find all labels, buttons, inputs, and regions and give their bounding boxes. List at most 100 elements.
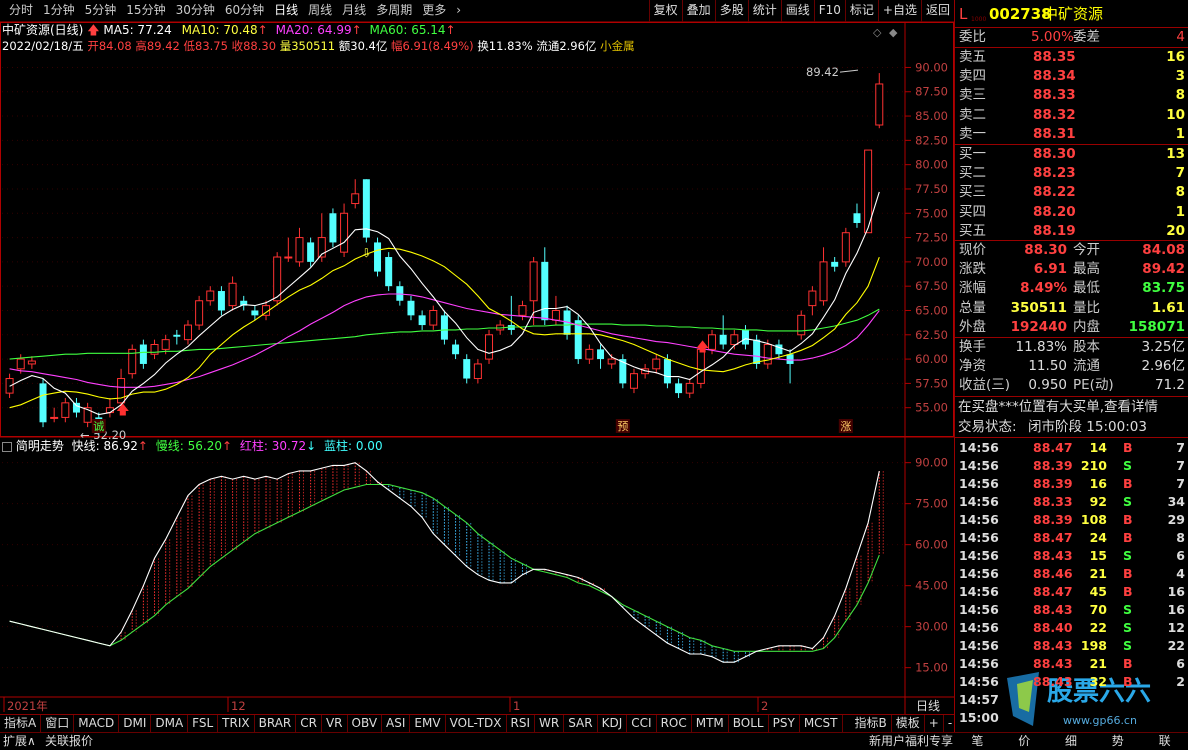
- indicator-tab-22[interactable]: PSY: [769, 715, 800, 732]
- new-user-link[interactable]: 新用户福利专享: [866, 733, 956, 750]
- indicator-tab-14[interactable]: RSI: [507, 715, 536, 732]
- expand-button[interactable]: 扩展∧: [0, 733, 39, 750]
- indicator-tab-1[interactable]: 窗口: [41, 715, 75, 732]
- indicator-tab-7[interactable]: BRAR: [255, 715, 297, 732]
- indicator-tab-19[interactable]: ROC: [657, 715, 692, 732]
- candle-body-down: [597, 349, 605, 360]
- indicator-tab-right-1[interactable]: 模板: [892, 715, 925, 732]
- indicator-tab-12[interactable]: EMV: [410, 715, 446, 732]
- quote-panel: L 1000 002738 中矿资源 委比 5.00% 委差 4 在买盘***位…: [954, 0, 1188, 732]
- bid-volume: 8: [1175, 184, 1185, 201]
- period-tab-9[interactable]: 多周期: [371, 0, 417, 20]
- indicator-tab-20[interactable]: MTM: [692, 715, 729, 732]
- indicator-tab-0[interactable]: 指标A: [0, 715, 42, 732]
- bid-row-3[interactable]: 买三 88.22 8: [955, 183, 1188, 202]
- period-tab-2[interactable]: 5分钟: [80, 0, 122, 20]
- candle-body-up: [585, 348, 594, 360]
- indicator-tab-23[interactable]: MCST: [800, 715, 843, 732]
- period-tab-8[interactable]: 月线: [337, 0, 371, 20]
- related-quote-button[interactable]: 关联报价: [42, 733, 96, 750]
- tick-time: 14:57: [959, 692, 999, 707]
- indicator-tab-15[interactable]: WR: [535, 715, 565, 732]
- quote-subtab-1[interactable]: 价: [1015, 733, 1033, 750]
- indicator-tab-9[interactable]: VR: [322, 715, 348, 732]
- candle-body-up: [797, 314, 806, 336]
- tick-count: 34: [1167, 494, 1185, 509]
- tool-button-1[interactable]: 叠加: [681, 0, 715, 22]
- tick-row: 14:56 88.39 16 B 7: [955, 475, 1188, 493]
- period-tab-5[interactable]: 60分钟: [220, 0, 269, 20]
- period-tab-7[interactable]: 周线: [303, 0, 337, 20]
- indicator-tab-16[interactable]: SAR: [564, 715, 598, 732]
- period-tab-6[interactable]: 日线: [269, 0, 303, 20]
- tool-button-8[interactable]: 返回: [920, 0, 954, 22]
- period-tab-4[interactable]: 30分钟: [171, 0, 220, 20]
- quote-subtab-2[interactable]: 细: [1062, 733, 1080, 750]
- tick-side: B: [1123, 674, 1133, 689]
- ask-row-1[interactable]: 卖一 88.31 1: [955, 125, 1188, 144]
- candle-body-up: [351, 193, 360, 205]
- indicator-tab-right-0[interactable]: 指标B: [851, 715, 892, 732]
- tool-button-6[interactable]: 标记: [844, 0, 878, 22]
- indicator-tab-17[interactable]: KDJ: [598, 715, 628, 732]
- candle-body-up: [652, 358, 661, 370]
- diamond-icon: ◇: [873, 26, 882, 39]
- ask-row-3[interactable]: 卖三 88.33 8: [955, 86, 1188, 105]
- more-chevron-icon[interactable]: ›: [451, 0, 466, 20]
- bid-row-5[interactable]: 买五 88.19 20: [955, 222, 1188, 241]
- indicator-tab-10[interactable]: OBV: [348, 715, 383, 732]
- tick-row: 14:56 88.47 24 B 8: [955, 529, 1188, 547]
- indicator-tab-8[interactable]: CR: [296, 715, 322, 732]
- indicator-tab-11[interactable]: ASI: [382, 715, 411, 732]
- period-tab-1[interactable]: 1分钟: [38, 0, 80, 20]
- tool-button-4[interactable]: 画线: [780, 0, 814, 22]
- tick-side: B: [1123, 566, 1133, 581]
- slow-line: [9, 483, 880, 652]
- quote-subtabs: 笔价细势联: [954, 733, 1188, 750]
- indicator-tab-5[interactable]: FSL: [188, 715, 219, 732]
- indicator-tab-13[interactable]: VOL-TDX: [446, 715, 507, 732]
- quote-subtab-3[interactable]: 势: [1109, 733, 1127, 750]
- tick-volume: 21: [1089, 656, 1107, 671]
- stat-row-1[interactable]: 涨跌 6.91 最高 89.42: [955, 260, 1188, 279]
- tick-row: 15:00: [955, 709, 1188, 727]
- stat-row-3[interactable]: 总量 350511 量比 1.61: [955, 299, 1188, 318]
- bid-row-1[interactable]: 买一 88.30 13: [955, 145, 1188, 164]
- kline-chart[interactable]: 90.00 87.50 85.00 82.50 80.00 77.50 75.00 72.50…: [0, 22, 954, 714]
- period-tab-10[interactable]: 更多: [417, 0, 451, 20]
- candle-body-down: [463, 359, 471, 379]
- bid-row-4[interactable]: 买四 88.20 1: [955, 203, 1188, 222]
- stat2-row-2[interactable]: 收益(三) 0.950 PE(动) 71.2: [955, 376, 1188, 395]
- indicator-tab-6[interactable]: TRIX: [218, 715, 255, 732]
- quote-subtab-4[interactable]: 联: [1156, 733, 1174, 750]
- bid-price: 88.19: [1033, 222, 1076, 239]
- tick-time: 14:56: [959, 566, 999, 581]
- stat-row-4[interactable]: 外盘 192440 内盘 158071: [955, 318, 1188, 337]
- bid-row-2[interactable]: 买二 88.23 7: [955, 164, 1188, 183]
- tick-price: 88.39: [1033, 476, 1073, 491]
- ask-row-4[interactable]: 卖四 88.34 3: [955, 67, 1188, 86]
- indicator-tab-18[interactable]: CCI: [627, 715, 657, 732]
- indicator-tab-21[interactable]: BOLL: [729, 715, 769, 732]
- tick-row: 14:56 88.39 108 B 29: [955, 511, 1188, 529]
- indicator-tab-4[interactable]: DMA: [151, 715, 189, 732]
- big-order-notice[interactable]: 在买盘***位置有大买单,查看详情: [955, 398, 1188, 417]
- stat2-row-1[interactable]: 净资 11.50 流通 2.96亿: [955, 357, 1188, 376]
- indicator-tab-2[interactable]: MACD: [74, 715, 120, 732]
- stat-row-0[interactable]: 现价 88.30 今开 84.08: [955, 241, 1188, 260]
- stat2-row-0[interactable]: 换手 11.83% 股本 3.25亿: [955, 338, 1188, 357]
- tick-row: 14:56 88.47 45 B 16: [955, 583, 1188, 601]
- tool-button-2[interactable]: 多股: [714, 0, 748, 22]
- indicator-tab-right-2[interactable]: +: [925, 715, 944, 732]
- period-tab-0[interactable]: 分时: [4, 0, 38, 20]
- period-tab-3[interactable]: 15分钟: [121, 0, 170, 20]
- tool-button-7[interactable]: +自选: [877, 0, 921, 22]
- tool-button-3[interactable]: 统计: [747, 0, 781, 22]
- ask-row-2[interactable]: 卖二 88.32 10: [955, 106, 1188, 125]
- stat-row-2[interactable]: 涨幅 8.49% 最低 83.75: [955, 279, 1188, 298]
- quote-subtab-0[interactable]: 笔: [968, 733, 986, 750]
- ask-row-5[interactable]: 卖五 88.35 16: [955, 48, 1188, 67]
- tool-button-0[interactable]: 复权: [648, 0, 682, 22]
- indicator-tab-3[interactable]: DMI: [119, 715, 152, 732]
- tool-button-5[interactable]: F10: [813, 0, 845, 22]
